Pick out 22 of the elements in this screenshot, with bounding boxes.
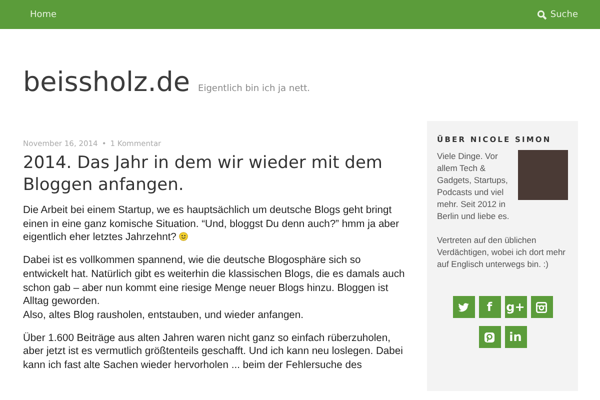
camera-icon — [536, 302, 547, 312]
post-paragraph: Über 1.600 Beiträge aus alten Jahren waren nicht ganz so einfach rüberzuholen, aber jetzt ist es vermutlich größtenteils geschafft. Und ich kann neu loslegen. Dabei kann ich fast alte Sachen wieder hervorholen ... beim der Fehlersuche des — [23, 332, 404, 373]
social-button[interactable]: g+ — [504, 296, 526, 318]
post-title[interactable]: 2014. Das Jahr in dem wir wieder mit dem Bloggen anfangen. — [23, 152, 407, 196]
post-paragraph: Die Arbeit bei einem Startup, we es hauptsächlich um deutsche Blogs geht bringt einen in eine ganz komische Situation. “Und, bloggst Du denn auch?” hmm ja aber eigentlich eher letztes Jahrzehnt? — [23, 204, 400, 246]
social-button[interactable]: f — [478, 296, 500, 318]
bio-note: Vertreten auf den üblichen Verdächtigen, wobei ich dort mehr auf Englisch unterwegs bin. :) — [437, 234, 567, 270]
social-button[interactable] — [478, 326, 500, 348]
site-tagline: Eigentlich bin ich ja nett. — [198, 84, 310, 94]
post-paragraph: Also, altes Blog rausholen, entstauben, und wieder anfangen. — [23, 308, 304, 323]
social-button[interactable] — [530, 296, 552, 318]
nav-link[interactable]: Home — [30, 10, 57, 20]
pin-icon — [484, 332, 495, 342]
post-paragraph: Dabei ist es vollkommen spannend, wie die deutsche Blogosphäre sich so entwickelt hat. Natürlich gibt es weiterhin die klassischen Blogs, die es damals auch schon gab – aber nun kommt eine riesige Menge neuer Blogs hinzu. Bloggen ist Alltag geworden. — [23, 254, 406, 309]
photo-placeholder — [518, 150, 568, 200]
social-button[interactable]: in — [504, 326, 526, 348]
site-title[interactable]: beissholz.de — [23, 67, 190, 98]
social-button[interactable] — [452, 296, 474, 318]
bio-text: Viele Dinge. Vor allem Tech & Gadgets, Startups, Podcasts und viel mehr. Seit 2012 in Berlin und liebe es. — [437, 150, 510, 222]
search-link[interactable]: Suche — [537, 10, 578, 20]
search-icon — [537, 10, 548, 20]
bird-icon — [458, 302, 469, 312]
